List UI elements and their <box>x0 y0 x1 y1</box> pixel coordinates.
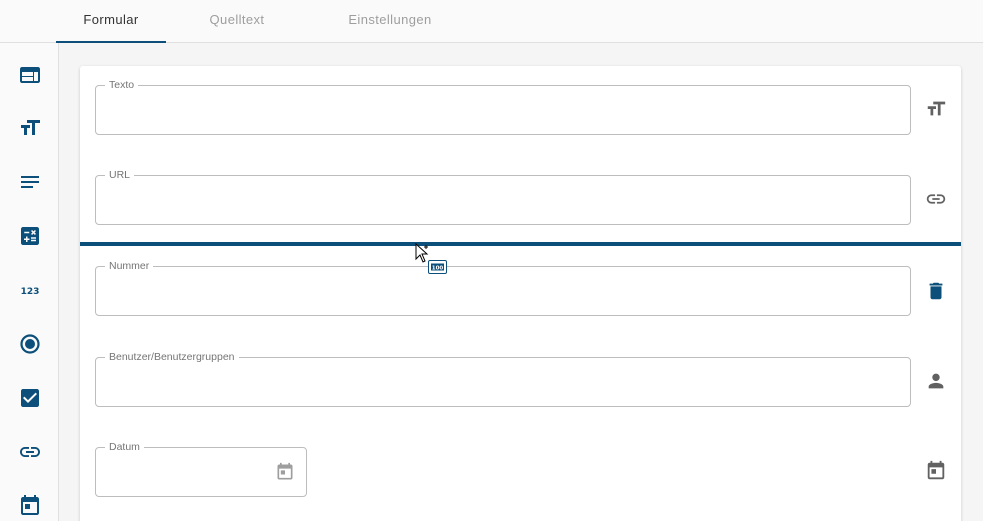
nummer-field[interactable]: Nummer <box>95 260 911 316</box>
person-icon <box>925 370 947 392</box>
benutzer-field[interactable]: Benutzer/Benutzergruppen <box>95 351 911 407</box>
tab-formular[interactable]: Formular <box>56 0 166 43</box>
form-canvas: Texto URL Nummer Benutzer/Benutzergruppe… <box>80 66 961 521</box>
tab-quelltext[interactable]: Quelltext <box>178 0 296 42</box>
url-label: URL <box>105 169 135 182</box>
calendar-picker-icon[interactable] <box>275 462 295 482</box>
svg-text:123: 123 <box>21 287 40 297</box>
datum-field[interactable]: Datum <box>95 441 307 497</box>
nummer-label: Nummer <box>105 260 154 273</box>
component-palette: 123 <box>0 43 59 521</box>
paragraph-lines-icon[interactable] <box>18 170 42 194</box>
text-size-icon <box>925 98 947 120</box>
calendar-icon[interactable] <box>18 494 42 518</box>
calendar-icon <box>925 460 947 482</box>
number-field-drag-icon: 100 <box>428 260 447 274</box>
delete-icon[interactable] <box>925 280 947 302</box>
url-field[interactable]: URL <box>95 169 911 225</box>
svg-text:100: 100 <box>432 265 444 271</box>
tab-bar: Formular Quelltext Einstellungen <box>0 0 983 43</box>
calculator-icon[interactable] <box>18 224 42 248</box>
text-size-icon[interactable] <box>18 116 42 140</box>
number-123-icon[interactable]: 123 <box>18 278 42 302</box>
benutzer-label: Benutzer/Benutzergruppen <box>105 351 239 364</box>
tab-einstellungen[interactable]: Einstellungen <box>326 0 454 42</box>
texto-label: Texto <box>105 79 139 92</box>
link-icon[interactable] <box>18 440 42 464</box>
link-icon <box>925 188 947 210</box>
texto-field[interactable]: Texto <box>95 79 911 135</box>
web-layout-icon[interactable] <box>18 63 42 87</box>
datum-label: Datum <box>105 441 144 454</box>
drop-indicator-line <box>80 242 961 246</box>
radio-button-icon[interactable] <box>18 332 42 356</box>
checkbox-icon[interactable] <box>18 386 42 410</box>
